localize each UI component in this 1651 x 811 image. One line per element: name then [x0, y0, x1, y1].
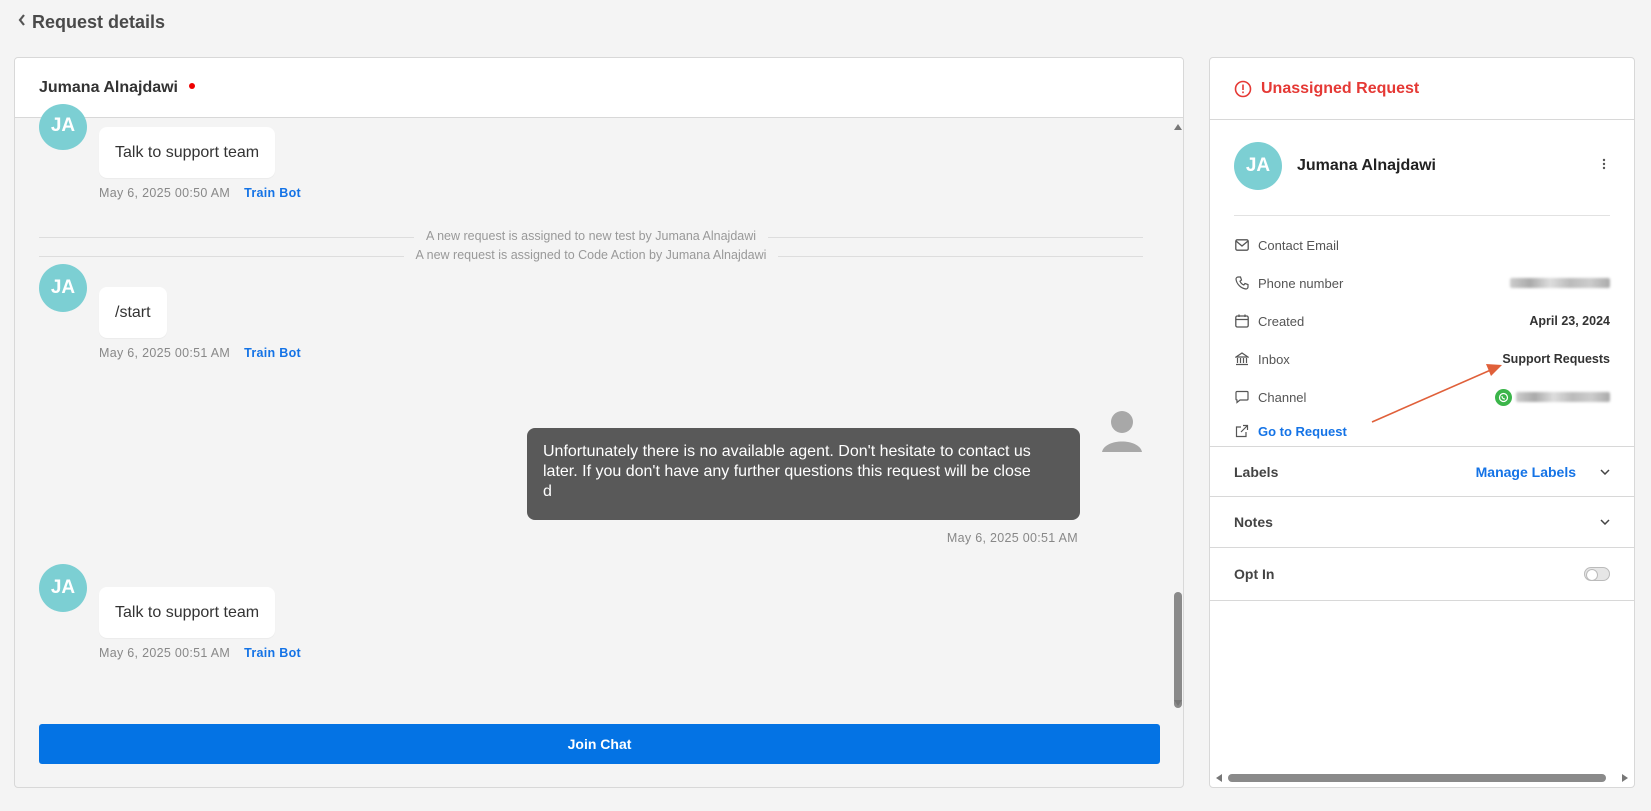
whatsapp-icon	[1495, 388, 1512, 406]
section-label: Notes	[1234, 514, 1273, 530]
opt-in-toggle[interactable]	[1584, 567, 1610, 581]
scroll-right-icon[interactable]	[1622, 774, 1628, 782]
join-chat-button[interactable]: Join Chat	[39, 724, 1160, 764]
labels-section[interactable]: Labels Manage Labels	[1210, 446, 1634, 497]
info-label: Contact Email	[1258, 237, 1339, 253]
redacted-phone-value	[1510, 278, 1610, 288]
info-label: Phone number	[1258, 275, 1344, 291]
chat-header: Jumana Alnajdawi	[15, 58, 1183, 118]
message-time: May 6, 2025 00:50 AM	[99, 186, 231, 200]
system-note: A new request is assigned to Code Action…	[15, 248, 1167, 262]
agent-message-bubble: Unfortunately there is no available agen…	[527, 428, 1080, 520]
message-bubble: Talk to support team	[99, 127, 276, 178]
message-time: May 6, 2025 00:51 AM	[946, 531, 1078, 545]
bank-icon	[1234, 351, 1250, 367]
message-bubble: /start	[99, 287, 167, 338]
status-dot	[189, 82, 195, 89]
train-bot-link[interactable]: Train Bot	[244, 346, 301, 360]
opt-in-section: Opt In	[1210, 547, 1634, 601]
message-meta: May 6, 2025 00:51 AM Train Bot	[99, 346, 301, 360]
chevron-down-icon[interactable]	[1600, 519, 1610, 525]
inbox-row: Inbox Support Requests	[1234, 349, 1610, 369]
go-to-request-link[interactable]: Go to Request	[1258, 424, 1610, 439]
created-row: Created April 23, 2024	[1234, 311, 1610, 331]
status-label: Unassigned Request	[1261, 79, 1420, 97]
contact-header: JA Jumana Alnajdawi	[1234, 142, 1610, 190]
go-to-request-row[interactable]: Go to Request	[1234, 421, 1610, 441]
avatar: JA	[39, 264, 87, 312]
calendar-icon	[1234, 313, 1250, 329]
chat-contact-name: Jumana Alnajdawi	[39, 78, 178, 96]
message-time: May 6, 2025 00:51 AM	[99, 646, 231, 660]
sidebar-horizontal-scrollbar[interactable]	[1212, 771, 1632, 785]
channel-row: Channel	[1234, 387, 1610, 407]
avatar: JA	[1234, 142, 1282, 190]
kebab-icon[interactable]	[1598, 157, 1610, 175]
chat-bubble-icon	[1234, 389, 1250, 405]
page-title: Request details	[32, 11, 166, 32]
redacted-channel-value	[1516, 392, 1610, 402]
chevron-down-icon[interactable]	[1600, 469, 1610, 475]
chevron-left-icon	[18, 13, 26, 31]
notes-section[interactable]: Notes	[1210, 496, 1634, 547]
mail-icon	[1234, 237, 1250, 253]
inbox-value: Support Requests	[1502, 352, 1610, 366]
message-meta: May 6, 2025 00:51 AM Train Bot	[99, 646, 301, 660]
status-banner: Unassigned Request	[1210, 58, 1634, 120]
contact-email-row: Contact Email	[1234, 235, 1610, 255]
avatar: JA	[39, 104, 87, 150]
scroll-up-icon[interactable]	[1174, 124, 1182, 130]
avatar: JA	[39, 564, 87, 612]
phone-row: Phone number	[1234, 273, 1610, 293]
message-time: May 6, 2025 00:51 AM	[99, 346, 231, 360]
agent-message-line: d	[543, 483, 552, 500]
manage-labels-link[interactable]: Manage Labels	[1476, 464, 1576, 480]
agent-message-line: Unfortunately there is no available agen…	[543, 443, 1031, 460]
section-label: Opt In	[1234, 566, 1275, 582]
section-label: Labels	[1234, 464, 1279, 480]
scroll-left-icon[interactable]	[1216, 774, 1222, 782]
created-value: April 23, 2024	[1529, 314, 1610, 328]
train-bot-link[interactable]: Train Bot	[244, 186, 301, 200]
train-bot-link[interactable]: Train Bot	[244, 646, 301, 660]
info-label: Created	[1258, 313, 1305, 329]
request-sidebar: Unassigned Request JA Jumana Alnajdawi C…	[1209, 57, 1635, 788]
back-to-requests[interactable]: Request details	[18, 10, 165, 34]
system-note: A new request is assigned to new test by…	[15, 229, 1167, 243]
external-link-icon	[1234, 423, 1250, 439]
contact-name: Jumana Alnajdawi	[1297, 157, 1436, 174]
chat-panel: Jumana Alnajdawi JA Talk to support team…	[14, 57, 1184, 788]
info-label: Inbox	[1258, 351, 1290, 367]
phone-icon	[1234, 275, 1250, 291]
chat-scrollbar[interactable]	[1171, 120, 1183, 710]
message-bubble: Talk to support team	[99, 587, 276, 638]
agent-message-line: later. If you don't have any further que…	[543, 463, 1031, 480]
divider	[1234, 215, 1610, 216]
scroll-down-icon[interactable]	[1174, 700, 1182, 706]
scroll-thumb[interactable]	[1228, 774, 1606, 782]
alert-circle-icon	[1234, 80, 1252, 97]
agent-avatar-icon	[1102, 411, 1142, 452]
info-label: Channel	[1258, 389, 1307, 405]
message-meta: May 6, 2025 00:50 AM Train Bot	[99, 186, 301, 200]
scroll-thumb[interactable]	[1174, 592, 1182, 708]
